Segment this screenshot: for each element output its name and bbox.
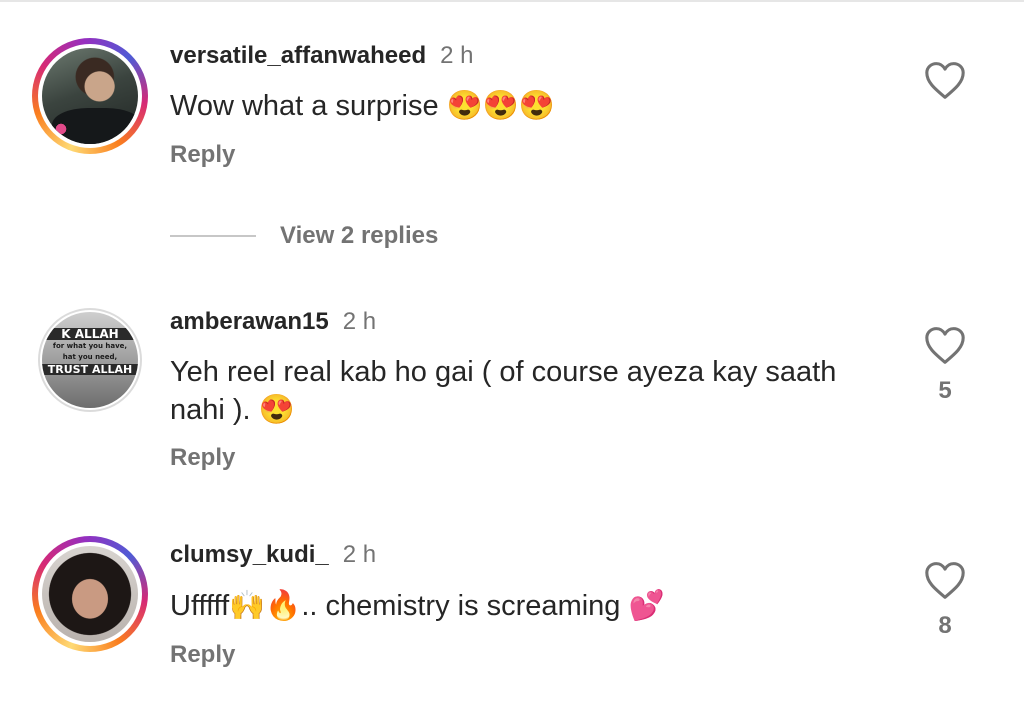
reply-button[interactable]: Reply bbox=[170, 141, 235, 169]
avatar-story-ring[interactable] bbox=[32, 536, 148, 652]
comment-time: 2 h bbox=[440, 42, 474, 69]
comment-time: 2 h bbox=[342, 541, 377, 568]
like-button[interactable]: 8 bbox=[922, 560, 968, 640]
top-divider bbox=[0, 0, 1024, 2]
like-count: 8 bbox=[938, 612, 952, 639]
avatar: K ALLAH for what you have, hat you need,… bbox=[42, 312, 138, 408]
like-count: 5 bbox=[938, 377, 952, 404]
avatar bbox=[42, 546, 138, 642]
view-replies-label: View 2 replies bbox=[280, 222, 439, 249]
heart-outline-icon bbox=[925, 62, 965, 99]
avatar-story-ring[interactable] bbox=[32, 38, 148, 154]
reply-button[interactable]: Reply bbox=[170, 641, 235, 669]
reply-button[interactable]: Reply bbox=[170, 444, 235, 472]
comment-username[interactable]: clumsy_kudi_ 2 h bbox=[170, 541, 376, 569]
view-replies-button[interactable]: View 2 replies bbox=[170, 222, 438, 250]
comment-username[interactable]: versatile_affanwaheed 2 h bbox=[170, 42, 474, 70]
avatar bbox=[42, 48, 138, 144]
heart-outline-icon bbox=[925, 327, 965, 364]
comment-username[interactable]: amberawan15 2 h bbox=[170, 308, 376, 336]
like-button[interactable] bbox=[922, 60, 968, 100]
comment-text: Yeh reel real kab ho gai ( of course aye… bbox=[170, 356, 837, 426]
replies-divider-line bbox=[170, 235, 256, 237]
comment-text: Ufffff🙌🔥.. chemistry is screaming 💕 bbox=[170, 590, 665, 622]
avatar-ring[interactable]: K ALLAH for what you have, hat you need,… bbox=[38, 308, 142, 412]
comment-text: Wow what a surprise 😍😍😍 bbox=[170, 90, 556, 122]
heart-outline-icon bbox=[925, 562, 965, 599]
like-button[interactable]: 5 bbox=[922, 325, 968, 405]
comment-time: 2 h bbox=[342, 308, 377, 335]
